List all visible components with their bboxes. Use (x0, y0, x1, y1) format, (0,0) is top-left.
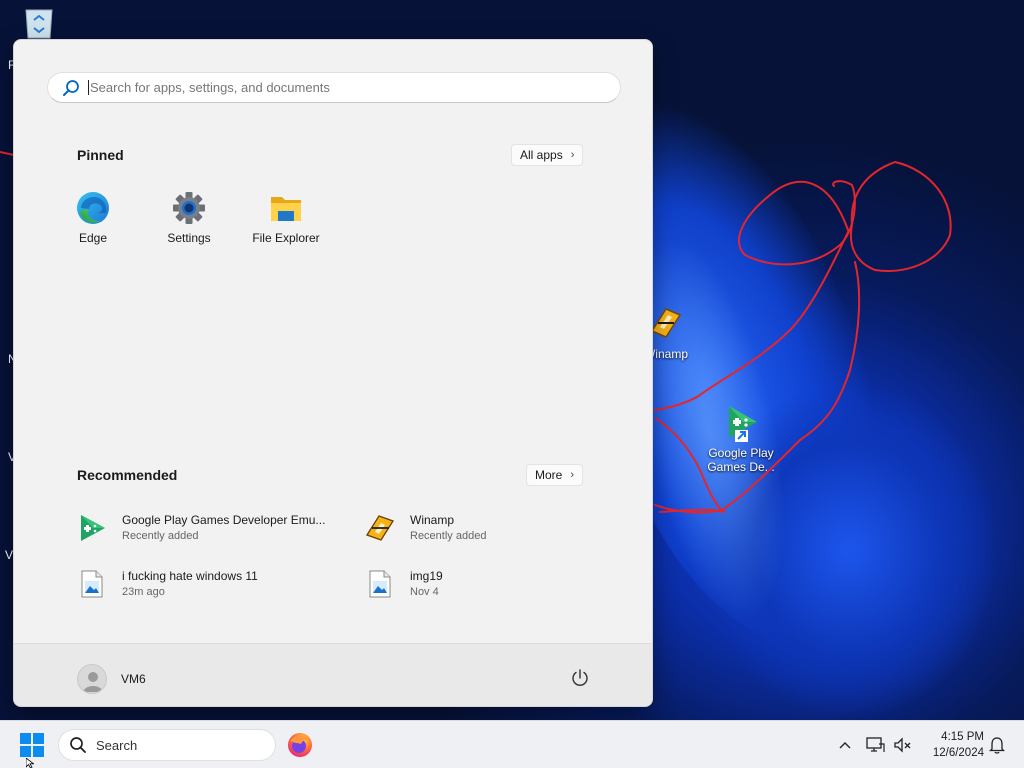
all-apps-label: All apps (520, 148, 563, 162)
folder-icon (271, 197, 301, 221)
winamp-icon (366, 515, 394, 541)
user-icon (83, 672, 103, 692)
avatar (77, 664, 107, 694)
user-name: VM6 (121, 672, 146, 686)
pinned-app-label: File Explorer (252, 231, 320, 245)
google-play-games-icon (81, 515, 105, 541)
network-monitor-icon (866, 737, 885, 752)
recommended-item-sub: Recently added (122, 530, 199, 542)
recommended-item[interactable]: i fucking hate windows 11 23m ago (77, 564, 337, 604)
recommended-item-name: Winamp (410, 513, 455, 527)
chevron-up-icon (839, 742, 851, 749)
mouse-cursor-icon (26, 758, 34, 768)
recommended-item[interactable]: Google Play Games Developer Emu... Recen… (77, 508, 337, 548)
pinned-app-label: Edge (78, 231, 108, 245)
recommended-item-name: i fucking hate windows 11 (122, 569, 258, 583)
network-status-button[interactable] (864, 721, 886, 768)
image-file-icon (81, 570, 103, 598)
all-apps-button[interactable]: All apps › (511, 144, 584, 166)
start-menu-footer: VM6 (14, 643, 652, 706)
recommended-item-name: img19 (410, 569, 443, 583)
more-label: More (535, 468, 563, 482)
clock-time: 4:15 PM (941, 731, 984, 743)
pinned-app-edge[interactable]: Edge (45, 191, 141, 245)
recommended-heading: Recommended (77, 467, 178, 483)
pinned-app-settings[interactable]: Settings (141, 191, 237, 245)
recommended-item-name: Google Play Games Developer Emu... (122, 513, 326, 527)
clock-date: 12/6/2024 (932, 747, 984, 759)
recommended-item-sub: 23m ago (122, 586, 165, 598)
settings-gear-icon (173, 192, 205, 224)
windows-logo-icon (20, 733, 44, 757)
user-account-button[interactable]: VM6 (77, 664, 146, 694)
more-button[interactable]: More › (526, 464, 584, 486)
recommended-item[interactable]: img19 Nov 4 (365, 564, 625, 604)
edge-icon (77, 192, 109, 224)
search-icon (63, 79, 79, 96)
pinned-heading: Pinned (77, 147, 124, 163)
power-icon[interactable] (570, 668, 590, 688)
taskbar-clock[interactable]: 4:15 PM 12/6/2024 (920, 729, 984, 761)
firefox-icon[interactable] (286, 731, 314, 759)
bell-icon (989, 737, 1005, 754)
image-file-icon (369, 570, 391, 598)
chevron-right-icon: › (570, 469, 575, 481)
show-hidden-icons-button[interactable] (834, 721, 856, 768)
pinned-app-label: Settings (167, 231, 211, 245)
start-search-input[interactable] (88, 80, 608, 95)
recommended-item[interactable]: Winamp Recently added (365, 508, 625, 548)
start-menu: Pinned All apps › Edge (13, 39, 653, 707)
recommended-item-sub: Nov 4 (410, 586, 439, 598)
taskbar-search[interactable]: Search (58, 729, 276, 761)
volume-button[interactable] (890, 721, 914, 768)
pinned-app-file-explorer[interactable]: File Explorer (238, 191, 334, 245)
start-search-box[interactable] (47, 72, 621, 103)
chevron-right-icon: › (570, 149, 575, 161)
taskbar: Search 4:15 PM 12/6/2024 (0, 720, 1024, 768)
notifications-button[interactable] (986, 721, 1008, 768)
recommended-item-sub: Recently added (410, 530, 487, 542)
search-icon (70, 737, 86, 753)
taskbar-search-label: Search (96, 737, 138, 753)
speaker-muted-icon (894, 737, 911, 753)
